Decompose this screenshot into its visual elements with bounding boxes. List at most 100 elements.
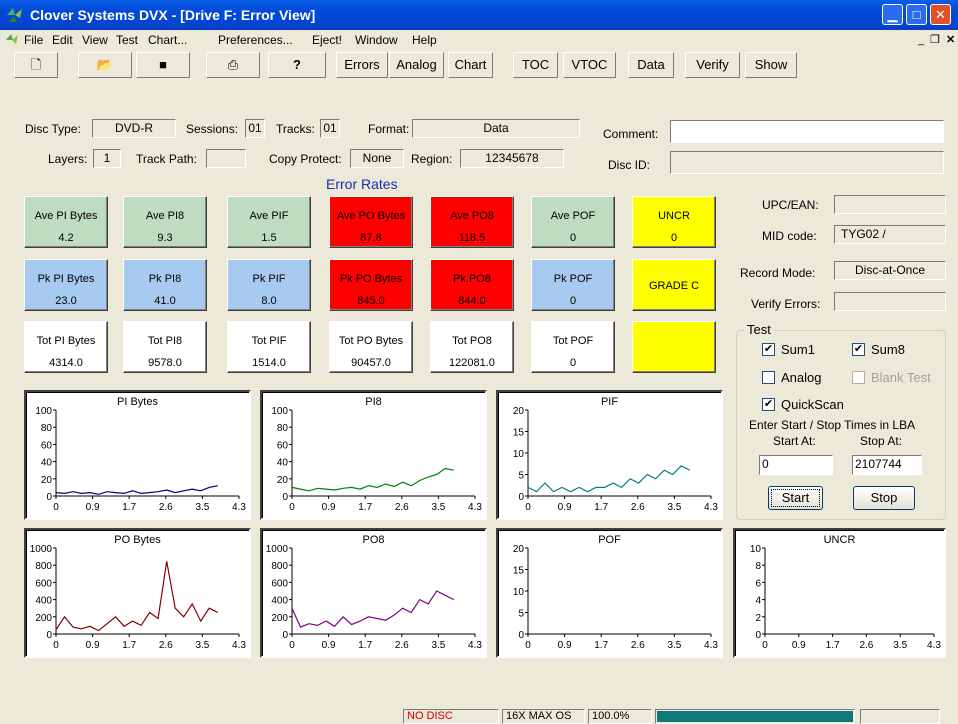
ave-box-value: 1.5: [261, 232, 277, 244]
start-button[interactable]: Start: [768, 486, 823, 510]
x-tick-label: 0: [762, 640, 768, 651]
title-bar[interactable]: Clover Systems DVX - [Drive F: Error Vie…: [0, 0, 958, 30]
mdi-minimize-icon[interactable]: _: [918, 30, 924, 50]
x-tick-label: 0.9: [558, 502, 572, 513]
tot-box-value: 0: [569, 357, 577, 369]
status-bar: NO DISC 16X MAX OS 100.0%: [0, 708, 958, 724]
x-tick-label: 1.7: [358, 640, 372, 651]
x-tick-label: 0.9: [86, 502, 100, 513]
start-at-input[interactable]: 0: [759, 455, 833, 475]
ave-box-0: Ave PI Bytes 4.2: [24, 196, 108, 248]
status-progress: [655, 709, 855, 724]
tot-box-value: 4314.0: [49, 357, 83, 369]
tot-box-label: Tot POF: [552, 335, 594, 347]
status-no-disc: NO DISC: [403, 709, 499, 724]
menu-edit[interactable]: Edit: [52, 30, 73, 50]
stop-button[interactable]: Stop: [853, 486, 915, 510]
chart-po8: PO8 1000 800 600 400 200 0 0 0.9 1.7 2.6 3.5 4.3: [260, 528, 487, 658]
x-tick-label: 3.5: [195, 502, 209, 513]
analog-button[interactable]: Analog: [389, 52, 444, 78]
status-percent: 100.0%: [588, 709, 652, 724]
pk-box-value: 23.0: [55, 295, 77, 307]
y-tick-label: 800: [35, 561, 52, 572]
y-tick-label: 400: [271, 596, 288, 607]
y-tick-label: 5: [518, 471, 524, 482]
comment-label: Comment:: [603, 127, 659, 141]
pk-box-2: Pk PIF 8.0: [227, 259, 311, 311]
chart-pi8: PI8 100 80 60 40 20 0 0 0.9 1.7 2.6 3.5 4.3: [260, 390, 487, 520]
chart-button[interactable]: Chart: [448, 52, 493, 78]
sum1-checkbox[interactable]: ✔: [762, 343, 775, 356]
quickscan-check-mark: ✔: [763, 398, 774, 410]
y-tick-label: 20: [41, 475, 53, 486]
open-folder-icon: 📂: [96, 57, 114, 72]
pk-box-label: Pk PI Bytes: [37, 273, 95, 285]
maximize-button[interactable]: □: [906, 4, 927, 25]
record-mode-value: Disc-at-Once: [834, 261, 946, 280]
minimize-button[interactable]: ▁: [882, 4, 903, 25]
menu-file[interactable]: File: [24, 30, 43, 50]
x-tick-label: 4.3: [704, 640, 718, 651]
disc-type-value: DVD-R: [92, 119, 176, 138]
x-tick-label: 4.3: [927, 640, 941, 651]
format-label: Format:: [368, 122, 410, 136]
menu-eject[interactable]: Eject!: [312, 30, 342, 50]
menu-chart[interactable]: Chart...: [148, 30, 187, 50]
sum1-label: Sum1: [781, 342, 815, 357]
sum1-check-mark: ✔: [763, 343, 774, 355]
mdi-restore-icon[interactable]: ❐: [930, 30, 940, 50]
mdi-close-icon[interactable]: ✕: [946, 30, 955, 50]
x-tick-label: 0: [525, 502, 531, 513]
errors-button[interactable]: Errors: [336, 52, 388, 78]
quickscan-checkbox[interactable]: ✔: [762, 398, 775, 411]
y-tick-label: 40: [41, 458, 53, 469]
ave-box-label: Ave PO Bytes: [336, 210, 406, 222]
vtoc-button[interactable]: VTOC: [563, 52, 616, 78]
menu-window[interactable]: Window: [355, 30, 398, 50]
ave-box-value: 87.8: [360, 232, 382, 244]
pk-box-label: Pk PIF: [252, 273, 286, 285]
comment-field[interactable]: [670, 120, 944, 143]
y-tick-label: 60: [277, 440, 289, 451]
verify-button[interactable]: Verify: [685, 52, 740, 78]
tot-box-label: Tot PI8: [147, 335, 183, 347]
data-button[interactable]: Data: [628, 52, 674, 78]
menu-preferences[interactable]: Preferences...: [218, 30, 293, 50]
print-button[interactable]: ⎙: [206, 52, 260, 78]
pk-box-value: 844.0: [458, 295, 486, 307]
stop-at-input[interactable]: 2107744: [852, 455, 922, 475]
tracks-value: 01: [320, 119, 340, 138]
close-button[interactable]: ✕: [930, 4, 951, 25]
pk-box-label: Pk PO8: [453, 273, 491, 285]
analog-checkbox[interactable]: [762, 371, 775, 384]
ave-box-4: Ave PO8 118.5: [430, 196, 514, 248]
help-button[interactable]: ?: [268, 52, 326, 78]
sum8-checkbox[interactable]: ✔: [852, 343, 865, 356]
x-tick-label: 1.7: [122, 640, 136, 651]
ave-box-2: Ave PIF 1.5: [227, 196, 311, 248]
tot-box-5: Tot POF 0: [531, 321, 615, 373]
ave-box-1: Ave PI8 9.3: [123, 196, 207, 248]
app-icon: [7, 8, 22, 22]
show-button[interactable]: Show: [745, 52, 797, 78]
y-tick-label: 800: [271, 561, 288, 572]
tot-box-1: Tot PI8 9578.0: [123, 321, 207, 373]
y-tick-label: 0: [46, 630, 52, 641]
y-tick-label: 0: [46, 492, 52, 503]
save-button[interactable]: ■: [136, 52, 190, 78]
toc-button[interactable]: TOC: [513, 52, 558, 78]
open-button[interactable]: 📂: [78, 52, 132, 78]
menu-test[interactable]: Test: [116, 30, 138, 50]
printer-icon: ⎙: [227, 57, 239, 72]
blank-test-checkbox[interactable]: [852, 371, 865, 384]
format-value: Data: [412, 119, 580, 138]
pk-box-label: Pk PO Bytes: [339, 273, 403, 285]
menu-view[interactable]: View: [82, 30, 108, 50]
blank-yellow-box: [632, 321, 716, 373]
new-button[interactable]: 🗋: [14, 52, 58, 78]
menu-bar: File Edit View Test Chart... Preferences…: [0, 30, 958, 50]
ave-box-value: 0: [569, 232, 577, 244]
menu-help[interactable]: Help: [412, 30, 437, 50]
x-tick-label: 2.6: [395, 640, 409, 651]
pk-box-5: Pk POF 0: [531, 259, 615, 311]
